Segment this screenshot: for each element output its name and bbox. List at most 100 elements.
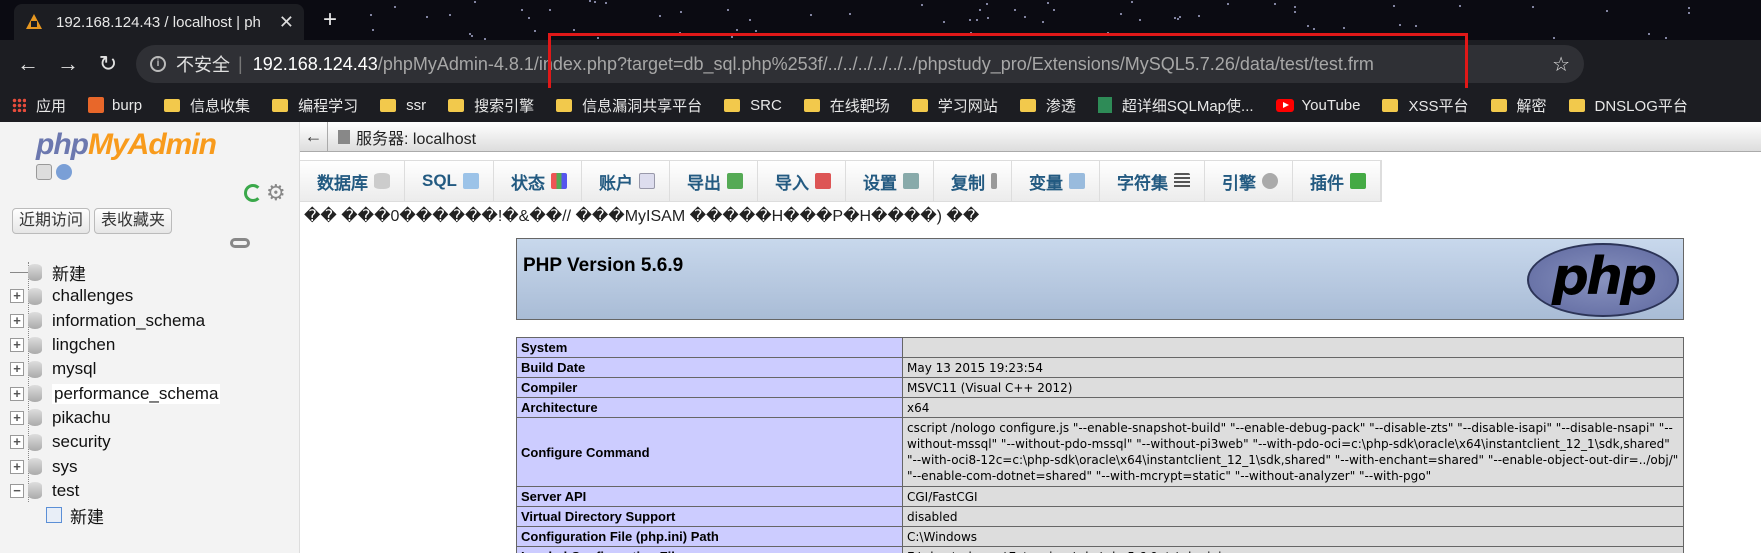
phpinfo-key: Configuration File (php.ini) Path <box>516 526 903 547</box>
phpinfo-row: System <box>516 337 1684 358</box>
background-star <box>1392 5 1395 7</box>
info-icon[interactable]: i <box>150 56 166 72</box>
tree-database-item[interactable]: + lingchen <box>10 333 300 357</box>
phpinfo-row: Configure Command cscript /nologo configu… <box>516 417 1684 487</box>
sqlmap-icon <box>1097 97 1112 113</box>
background-star <box>549 8 552 11</box>
tree-database-item[interactable]: + challenges <box>10 284 300 308</box>
tab-import[interactable]: 导入 <box>758 161 846 201</box>
forward-arrow-icon[interactable]: → <box>54 50 82 78</box>
gear-icon[interactable]: ⚙ <box>266 182 288 204</box>
favorite-tables-button[interactable]: 表收藏夹 <box>94 208 173 234</box>
background-star <box>1176 17 1179 20</box>
tree-database-item[interactable]: + information_schema <box>10 309 300 333</box>
bookmark-youtube[interactable]: YouTube <box>1275 97 1360 114</box>
tree-database-item[interactable]: + pikachu <box>10 406 300 430</box>
tree-database-item[interactable]: + security <box>10 430 300 454</box>
phpinfo-key: Loaded Configuration File <box>516 546 903 553</box>
tree-database-item[interactable]: + sys <box>10 454 300 478</box>
tab-settings[interactable]: 设置 <box>846 161 934 201</box>
recent-tables-button[interactable]: 近期访问 <box>12 208 91 234</box>
expand-icon[interactable]: + <box>10 362 24 377</box>
burp-icon <box>88 97 105 113</box>
bookmark-folder[interactable]: 信息收集 <box>164 95 250 116</box>
bookmark-burp[interactable]: burp <box>88 97 142 114</box>
background-star <box>449 13 452 16</box>
help-icon[interactable] <box>56 164 72 180</box>
back-arrow-icon[interactable]: ← <box>14 50 42 78</box>
tab-status[interactable]: 状态 <box>494 161 582 201</box>
tab-export[interactable]: 导出 <box>670 161 758 201</box>
tab-engines[interactable]: 引擎 <box>1205 161 1293 201</box>
security-indicator[interactable]: 不安全 <box>176 51 230 77</box>
background-star <box>976 19 979 22</box>
breadcrumb-server[interactable]: 服务器: localhost <box>356 125 476 149</box>
bookmark-folder[interactable]: ssr <box>380 97 426 114</box>
bookmark-folder[interactable]: 解密 <box>1490 95 1547 116</box>
tab-replication[interactable]: 复制 <box>934 161 1012 201</box>
tree-database-item[interactable]: − test <box>10 479 300 503</box>
home-icon[interactable] <box>36 164 52 180</box>
phpinfo-value <box>902 337 1684 358</box>
reload-icon[interactable]: ↻ <box>94 50 122 78</box>
background-star <box>1014 8 1017 11</box>
raw-file-output: �� ���0������!�&��// ���MyISAM �����H���… <box>304 208 980 225</box>
background-star <box>533 30 536 33</box>
tab-charsets[interactable]: 字符集 <box>1100 161 1205 201</box>
expand-icon[interactable]: + <box>10 435 24 450</box>
bookmark-star-icon[interactable]: ☆ <box>1552 52 1570 77</box>
bookmark-folder[interactable]: 信息漏洞共享平台 <box>556 95 702 116</box>
reload-navigation-icon[interactable] <box>244 184 262 202</box>
bookmark-folder[interactable]: 学习网站 <box>911 95 998 116</box>
background-star <box>1306 24 1309 27</box>
collapse-arrow-icon[interactable]: ← <box>300 121 328 152</box>
phpinfo-header: PHP Version 5.6.9 php <box>516 238 1684 320</box>
expand-icon[interactable]: + <box>10 386 24 401</box>
background-star <box>1458 5 1461 8</box>
database-icon <box>28 360 42 378</box>
phpinfo-key: Compiler <box>516 377 903 398</box>
browser-tab[interactable]: 192.168.124.43 / localhost | ph ✕ <box>14 4 304 40</box>
tab-sql[interactable]: SQL <box>405 161 494 201</box>
background-star <box>1198 15 1201 18</box>
background-star <box>1024 15 1027 18</box>
link-with-main-panel-icon[interactable] <box>230 238 250 248</box>
tab-plugins[interactable]: 插件 <box>1293 161 1381 201</box>
url-separator: | <box>238 53 243 74</box>
new-table-icon <box>46 507 62 524</box>
bookmark-folder[interactable]: SRC <box>724 97 782 114</box>
bookmark-folder[interactable]: 渗透 <box>1019 95 1076 116</box>
tab-close-icon[interactable]: ✕ <box>279 12 294 33</box>
bookmark-folder[interactable]: 搜索引擎 <box>448 95 534 116</box>
bookmark-folder[interactable]: 编程学习 <box>272 95 358 116</box>
expand-icon[interactable]: + <box>10 459 24 474</box>
tab-accounts[interactable]: 账户 <box>582 161 670 201</box>
new-tab-button[interactable]: + <box>323 6 337 34</box>
tree-database-item[interactable]: + mysql <box>10 357 300 381</box>
background-star <box>1665 36 1668 39</box>
expand-icon[interactable]: + <box>10 313 24 328</box>
background-star <box>1273 2 1276 5</box>
phpmyadmin-logo[interactable]: phpMyAdmin <box>36 128 217 162</box>
background-star <box>727 8 730 11</box>
bookmark-apps[interactable]: 应用 <box>12 95 66 116</box>
bookmark-folder[interactable]: DNSLOG平台 <box>1568 95 1688 116</box>
nav-quick-icons <box>36 164 72 180</box>
bookmark-folder[interactable]: XSS平台 <box>1382 95 1469 116</box>
tree-new-table[interactable]: 新建 <box>10 503 300 527</box>
tab-variables[interactable]: 变量 <box>1012 161 1100 201</box>
background-star <box>594 1 597 4</box>
tab-databases[interactable]: 数据库 <box>300 161 405 201</box>
bookmark-sqlmap[interactable]: 超详细SQLMap使... <box>1097 95 1254 116</box>
phpinfo-key: Configure Command <box>516 417 903 487</box>
expand-icon[interactable]: + <box>10 338 24 353</box>
background-star <box>527 16 530 19</box>
collapse-icon[interactable]: − <box>10 483 24 498</box>
bookmark-folder[interactable]: 在线靶场 <box>803 95 890 116</box>
expand-icon[interactable]: + <box>10 410 24 425</box>
phpinfo-value: disabled <box>902 506 1684 527</box>
tree-database-item[interactable]: + performance_schema <box>10 381 300 405</box>
tree-new-database[interactable]: 新建 <box>10 260 300 284</box>
expand-icon[interactable]: + <box>10 289 24 304</box>
phpinfo-row: Compiler MSVC11 (Visual C++ 2012) <box>516 377 1684 398</box>
